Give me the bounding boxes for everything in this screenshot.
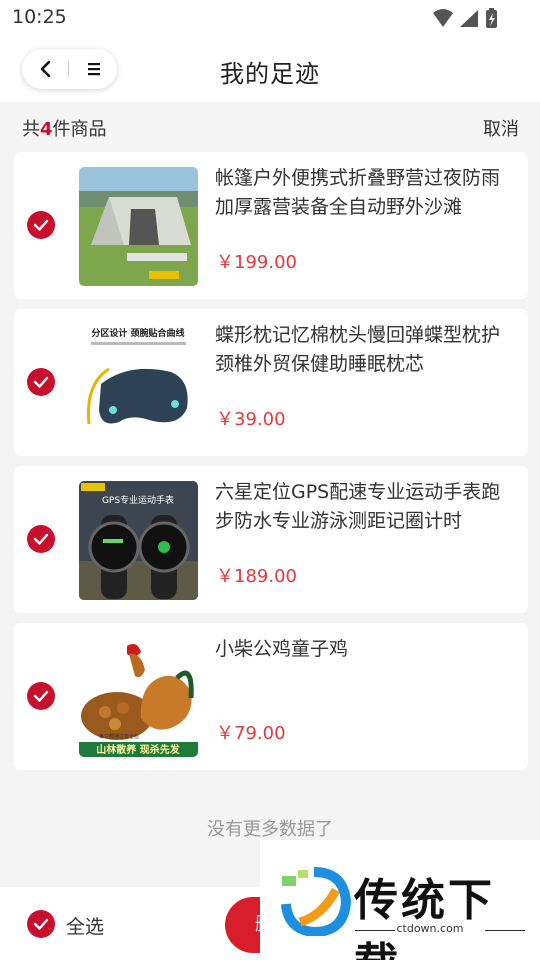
product-price: ￥39.00 [216, 409, 286, 430]
system-icons [433, 8, 497, 28]
product-price: ￥189.00 [216, 566, 297, 587]
chicken-image-note: 每只都通过安全检 [99, 733, 139, 740]
watermark-logo-icon [281, 867, 352, 936]
chicken-image-caption: 山林散养 现杀先发 [96, 743, 180, 756]
list-end-text: 没有更多数据了 [207, 819, 333, 840]
product-title[interactable]: 小柴公鸡童子鸡 [215, 635, 505, 664]
select-all-checkbox-icon[interactable] [26, 909, 56, 939]
select-all-label[interactable]: 全选 [66, 912, 104, 939]
item-count: 共4件商品 [22, 115, 107, 141]
product-image-pillow[interactable]: 分区设计 颈腕贴合曲线 [79, 324, 198, 443]
pillow-image-caption: 分区设计 颈腕贴合曲线 [91, 327, 184, 339]
product-price: ￥199.00 [216, 252, 297, 273]
watermark-overlay: 传统下载 ctdown.com [260, 840, 540, 960]
checkbox-checked-icon[interactable] [26, 210, 56, 240]
product-title[interactable]: 帐篷户外便携式折叠野营过夜防雨加厚露营装备全自动野外沙滩 [215, 164, 505, 222]
checkbox-checked-icon[interactable] [26, 524, 56, 554]
status-bar: 10:25 [0, 0, 540, 36]
history-list: 帐篷户外便携式折叠野营过夜防雨加厚露营装备全自动野外沙滩 ￥199.00 分区设… [14, 152, 528, 780]
product-price: ￥79.00 [216, 723, 286, 744]
list-item[interactable]: 每只都通过安全检 山林散养 现杀先发 小柴公鸡童子鸡 ￥79.00 [14, 623, 528, 770]
watermark-brand: 传统下载 [354, 875, 495, 960]
product-title[interactable]: 蝶形枕记忆棉枕头慢回弹蝶型枕护颈椎外贸保健助睡眠枕芯 [215, 321, 505, 379]
nav-bar: 我的足迹 [0, 36, 540, 102]
product-image-tent[interactable] [79, 167, 198, 286]
page-title: 我的足迹 [220, 60, 320, 88]
summary-bar: 共4件商品 取消 [0, 102, 540, 150]
list-item[interactable]: 分区设计 颈腕贴合曲线 蝶形枕记忆棉枕头慢回弹蝶型枕护颈椎外贸保健助睡眠枕芯 ￥… [14, 309, 528, 456]
watermark-domain: ctdown.com [396, 922, 464, 935]
signal-icon [460, 10, 478, 27]
wifi-icon [433, 9, 453, 27]
item-count-number: 4 [40, 119, 53, 140]
product-image-chicken[interactable]: 每只都通过安全检 山林散养 现杀先发 [79, 638, 198, 757]
status-time: 10:25 [12, 6, 67, 28]
checkbox-checked-icon[interactable] [26, 681, 56, 711]
battery-icon [486, 8, 497, 28]
cancel-button[interactable]: 取消 [483, 115, 519, 141]
product-title[interactable]: 六星定位GPS配速专业运动手表跑步防水专业游泳测距记圈计时 [215, 478, 505, 536]
watermark-rule-right [485, 930, 525, 931]
product-image-watch[interactable]: GPS专业运动手表 [79, 481, 198, 600]
watch-image-caption: GPS专业运动手表 [102, 494, 174, 506]
list-item[interactable]: 帐篷户外便携式折叠野营过夜防雨加厚露营装备全自动野外沙滩 ￥199.00 [14, 152, 528, 299]
item-count-prefix: 共 [22, 119, 40, 140]
item-count-suffix: 件商品 [52, 119, 107, 140]
list-item[interactable]: GPS专业运动手表 六星定位GPS配速专业运动手表跑步防水专业游泳测距记圈计时 … [14, 466, 528, 613]
checkbox-checked-icon[interactable] [26, 367, 56, 397]
